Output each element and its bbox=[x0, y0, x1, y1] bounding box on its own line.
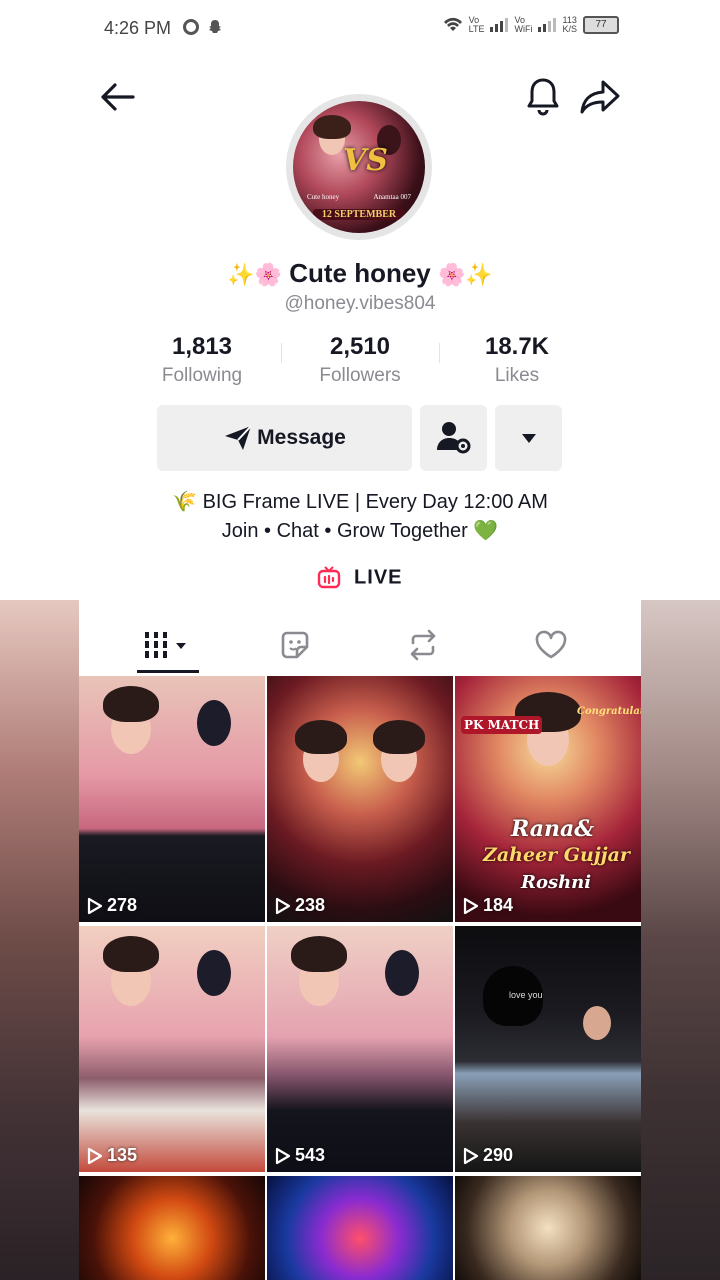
video-thumbnail[interactable]: 278 bbox=[79, 676, 265, 922]
view-count-value: 135 bbox=[107, 1145, 138, 1165]
avatar[interactable]: VS Cute honey Anamtaa 007 12 SEPTEMBER bbox=[286, 94, 432, 240]
congrats-text: Congratulations bbox=[577, 706, 641, 717]
stat-divider bbox=[281, 343, 282, 363]
tab-reposts-stickers[interactable] bbox=[225, 620, 365, 670]
profile-stats: 1,813 Following 2,510 Followers 18.7K Li… bbox=[79, 333, 641, 393]
network-label-2: Vo WiFi bbox=[514, 15, 533, 34]
overlay-text-3: Roshni bbox=[521, 872, 592, 893]
play-icon bbox=[275, 897, 291, 914]
profile-screen: 4:26 PM Vo LTE Vo WiFi 113 K/S 77 VS Cut… bbox=[79, 0, 641, 1280]
live-tv-icon bbox=[318, 566, 341, 589]
stat-value: 2,510 bbox=[329, 333, 391, 360]
bell-icon[interactable] bbox=[525, 76, 561, 116]
view-count-value: 543 bbox=[295, 1145, 326, 1165]
more-options-button[interactable] bbox=[495, 405, 562, 471]
avatar-vs-text: VS bbox=[343, 143, 388, 178]
follow-settings-button[interactable] bbox=[420, 405, 487, 471]
video-grid: 278 238 PK MATCH Congratulations Rana& Z… bbox=[79, 676, 641, 1280]
message-button-label: Message bbox=[257, 426, 346, 449]
active-tab-indicator bbox=[137, 670, 199, 673]
bio-line-2: Join • Chat • Grow Together 💚 bbox=[221, 520, 499, 542]
stat-followers[interactable]: 2,510 Followers bbox=[285, 333, 435, 387]
network-speed: 113 K/S bbox=[562, 15, 577, 34]
view-count: 135 bbox=[87, 1145, 137, 1166]
play-icon bbox=[463, 1147, 479, 1164]
avatar-image: VS Cute honey Anamtaa 007 12 SEPTEMBER bbox=[293, 101, 425, 233]
view-count-value: 238 bbox=[295, 895, 326, 915]
name-emoji-suffix: 🌸✨ bbox=[438, 263, 493, 288]
avatar-left-name: Cute honey bbox=[307, 193, 340, 201]
snapchat-icon bbox=[209, 20, 221, 33]
heart-icon bbox=[535, 630, 567, 659]
video-thumbnail[interactable] bbox=[267, 1176, 453, 1280]
sticker-icon bbox=[281, 631, 309, 659]
grid-icon bbox=[143, 632, 186, 658]
avatar-right-name: Anamtaa 007 bbox=[373, 193, 411, 201]
send-icon bbox=[225, 425, 252, 450]
view-count-value: 278 bbox=[107, 895, 138, 915]
sync-icon bbox=[183, 19, 199, 35]
tab-reposts[interactable] bbox=[353, 620, 493, 670]
live-link[interactable]: LIVE bbox=[79, 566, 641, 590]
stat-label: Following bbox=[161, 365, 243, 386]
content-tabs bbox=[79, 620, 641, 676]
signal-icon bbox=[490, 18, 509, 32]
play-icon bbox=[87, 897, 103, 914]
network-label-1: Vo LTE bbox=[468, 15, 485, 34]
video-thumbnail[interactable]: 238 bbox=[267, 676, 453, 922]
name-emoji-prefix: ✨🌸 bbox=[227, 263, 282, 288]
view-count-value: 184 bbox=[483, 895, 514, 915]
video-thumbnail[interactable]: 135 bbox=[79, 926, 265, 1172]
stat-label: Likes bbox=[494, 365, 540, 386]
view-count: 238 bbox=[275, 895, 325, 916]
play-icon bbox=[87, 1147, 103, 1164]
overlay-text-1: Rana& bbox=[511, 816, 595, 842]
play-icon bbox=[275, 1147, 291, 1164]
video-thumbnail[interactable]: love you 290 bbox=[455, 926, 641, 1172]
stat-likes[interactable]: 18.7K Likes bbox=[442, 333, 592, 387]
status-indicators: Vo LTE Vo WiFi 113 K/S 77 bbox=[443, 16, 619, 34]
overlay-text-2: Zaheer Gujjar bbox=[483, 844, 630, 866]
stat-divider bbox=[439, 343, 440, 363]
display-name: Cute honey bbox=[289, 258, 431, 288]
view-count: 290 bbox=[463, 1145, 513, 1166]
video-thumbnail[interactable]: 543 bbox=[267, 926, 453, 1172]
signal-icon-2 bbox=[538, 18, 557, 32]
live-label: LIVE bbox=[354, 566, 403, 589]
status-bar: 4:26 PM Vo LTE Vo WiFi 113 K/S 77 bbox=[79, 0, 641, 56]
user-settings-icon bbox=[436, 422, 470, 454]
battery-indicator: 77 bbox=[583, 16, 619, 34]
caret-down-icon bbox=[521, 434, 536, 443]
video-thumbnail[interactable] bbox=[455, 1176, 641, 1280]
stat-label: Followers bbox=[319, 365, 401, 386]
bio-line-1: 🌾 BIG Frame LIVE | Every Day 12:00 AM bbox=[172, 491, 548, 513]
status-time: 4:26 PM bbox=[104, 18, 172, 38]
view-count: 184 bbox=[463, 895, 513, 916]
profile-name: ✨🌸 Cute honey 🌸✨ bbox=[79, 258, 641, 289]
repost-icon bbox=[410, 629, 436, 661]
back-arrow-icon[interactable] bbox=[97, 80, 137, 114]
avatar-date: 12 SEPTEMBER bbox=[313, 209, 405, 220]
pk-match-badge: PK MATCH bbox=[461, 716, 543, 734]
tab-liked[interactable] bbox=[481, 620, 621, 670]
tab-videos[interactable] bbox=[97, 620, 237, 670]
stat-value: 1,813 bbox=[171, 333, 233, 360]
username-handle: @honey.vibes804 bbox=[284, 293, 436, 314]
play-icon bbox=[463, 897, 479, 914]
view-count-value: 290 bbox=[483, 1145, 514, 1165]
stat-following[interactable]: 1,813 Following bbox=[127, 333, 277, 387]
bio: 🌾 BIG Frame LIVE | Every Day 12:00 AM Jo… bbox=[79, 488, 641, 546]
view-count: 543 bbox=[275, 1145, 325, 1166]
video-thumbnail[interactable]: PK MATCH Congratulations Rana& Zaheer Gu… bbox=[455, 676, 641, 922]
message-button[interactable]: Message bbox=[157, 405, 412, 471]
video-thumbnail[interactable] bbox=[79, 1176, 265, 1280]
share-icon[interactable] bbox=[579, 78, 621, 116]
video-caption: love you bbox=[509, 990, 543, 1000]
view-count: 278 bbox=[87, 895, 137, 916]
wifi-icon bbox=[443, 17, 462, 31]
stat-value: 18.7K bbox=[484, 333, 550, 360]
avatar-names: Cute honey Anamtaa 007 bbox=[307, 193, 411, 201]
